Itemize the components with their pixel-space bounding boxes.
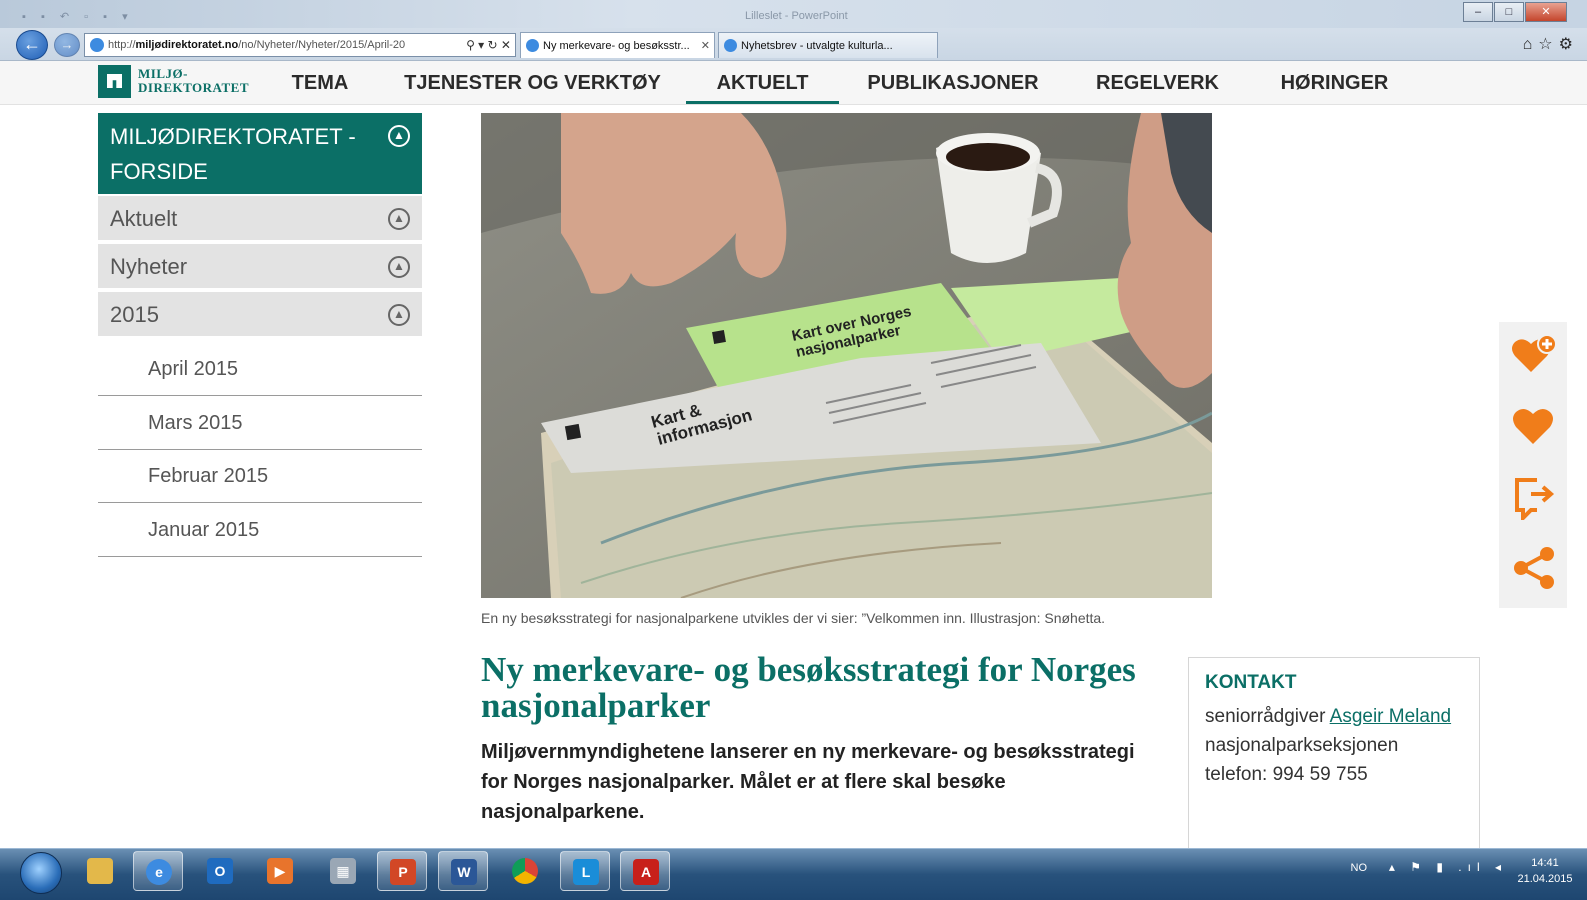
word-icon: W <box>451 859 477 885</box>
internet-explorer-icon: e <box>146 859 172 885</box>
taskbar-media-player[interactable]: ▶ <box>255 851 305 891</box>
lync-icon: L <box>573 859 599 885</box>
address-host: miljødirektoratet.no <box>135 39 239 51</box>
address-controls[interactable]: ⚲ ▾ ↻ ✕ <box>466 34 511 56</box>
contact-person: seniorrådgiver Asgeir Meland <box>1205 706 1452 727</box>
taskbar-calculator[interactable]: ▦ <box>318 851 368 891</box>
clock-time: 14:41 <box>1531 857 1559 869</box>
sidebar-item-2015[interactable]: 2015 ▲ <box>98 292 422 338</box>
favorite-icon[interactable] <box>1509 402 1557 450</box>
collapse-up-icon[interactable]: ▲ <box>388 125 410 147</box>
calculator-icon: ▦ <box>330 858 356 884</box>
sidebar-item-label: MILJØDIREKTORATET - FORSIDE <box>110 124 356 184</box>
article-headline: Ny merkevare- og besøksstrategi for Norg… <box>481 650 1136 725</box>
start-button[interactable] <box>20 852 62 894</box>
favorite-add-icon[interactable] <box>1509 332 1557 380</box>
ie-tab-icon <box>526 39 539 52</box>
tray-icons[interactable]: ▴ ⚑ ▮ .ıl ◂ <box>1389 860 1507 874</box>
export-icon[interactable] <box>1509 472 1557 523</box>
share-icon[interactable] <box>1509 544 1557 592</box>
acrobat-icon: A <box>633 859 659 885</box>
tab-label: Nyhetsbrev - utvalgte kulturla... <box>741 40 893 52</box>
action-rail <box>1499 322 1567 608</box>
tab-close-icon[interactable]: ✕ <box>701 33 710 58</box>
collapse-up-icon[interactable]: ▲ <box>388 304 410 326</box>
image-caption: En ny besøksstrategi for nasjonalparkene… <box>481 610 1106 626</box>
ie-page-icon <box>90 38 104 53</box>
taskbar-outlook[interactable]: O <box>195 851 245 891</box>
menu-regelverk[interactable]: REGELVERK <box>1085 61 1230 104</box>
taskbar-powerpoint[interactable]: P <box>377 851 427 891</box>
outlook-icon: O <box>207 858 233 884</box>
menu-tema[interactable]: TEMA <box>280 61 360 104</box>
maximize-button[interactable]: □ <box>1494 2 1524 22</box>
browser-chrome: ▪ ▪ ↶ ▫ ▪ ▾ Lilleslet - PowerPoint – □ ✕… <box>0 0 1587 61</box>
back-button[interactable]: ← <box>16 30 48 60</box>
taskbar-word[interactable]: W <box>438 851 488 891</box>
address-bar[interactable]: http://miljødirektoratet.no/no/Nyheter/N… <box>84 33 516 57</box>
sidebar-item-april-2015[interactable]: April 2015 <box>98 343 422 396</box>
article-lead: Miljøvernmyndighetene lanserer en ny mer… <box>481 741 1135 823</box>
minimize-button[interactable]: – <box>1463 2 1493 22</box>
tab-label: Ny merkevare- og besøksstr... <box>543 40 690 52</box>
hero-photo: Kart & informasjon Kart over Norges nasj… <box>481 113 1212 598</box>
contact-box: KONTAKT seniorrådgiver Asgeir Meland nas… <box>1188 657 1480 849</box>
powerpoint-icon: P <box>390 859 416 885</box>
contact-section: nasjonalparkseksjonen <box>1205 735 1399 756</box>
clock-date: 21.04.2015 <box>1517 873 1573 885</box>
contact-name-link[interactable]: Asgeir Meland <box>1330 706 1451 727</box>
contact-heading: KONTAKT <box>1205 672 1297 693</box>
window-title-bar: ▪ ▪ ↶ ▫ ▪ ▾ Lilleslet - PowerPoint – □ ✕ <box>0 0 1587 28</box>
collapse-up-icon[interactable]: ▲ <box>388 256 410 278</box>
collapse-up-icon[interactable]: ▲ <box>388 208 410 230</box>
chrome-icon <box>512 858 538 884</box>
taskbar-internet-explorer[interactable]: e <box>133 851 183 891</box>
language-indicator[interactable]: NO <box>1351 862 1368 874</box>
tab-active[interactable]: Ny merkevare- og besøksstr... ✕ <box>520 32 715 58</box>
menu-tjenester[interactable]: TJENESTER OG VERKTØY <box>395 61 670 104</box>
home-favorites-settings-icons[interactable]: ⌂☆⚙ <box>1523 34 1579 54</box>
folder-icon <box>87 858 113 884</box>
sidebar-item-label: 2015 <box>110 302 159 327</box>
sidebar-item-januar-2015[interactable]: Januar 2015 <box>98 504 422 557</box>
menu-aktuelt[interactable]: AKTUELT <box>686 61 839 104</box>
menu-publikasjoner[interactable]: PUBLIKASJONER <box>858 61 1048 104</box>
address-path: /no/Nyheter/Nyheter/2015/April-20 <box>238 39 406 51</box>
menu-horinger[interactable]: HØRINGER <box>1262 61 1407 104</box>
address-prefix: http:// <box>108 39 136 51</box>
sidebar-item-aktuelt[interactable]: Aktuelt ▲ <box>98 196 422 242</box>
contact-phone: telefon: 994 59 755 <box>1205 764 1368 785</box>
tab-inactive[interactable]: Nyhetsbrev - utvalgte kulturla... <box>718 32 938 58</box>
close-button[interactable]: ✕ <box>1525 2 1567 22</box>
sidebar-item-label: Aktuelt <box>110 206 178 231</box>
site-logo[interactable]: MILJØ- DIREKTORATET <box>98 65 250 99</box>
logo-mark-icon <box>98 65 131 98</box>
taskbar-lync[interactable]: L <box>560 851 610 891</box>
clock[interactable]: 14:41 21.04.2015 <box>1513 855 1577 887</box>
ie-tab-icon <box>724 39 737 52</box>
quick-access-toolbar[interactable]: ▪ ▪ ↶ ▫ ▪ ▾ <box>22 10 134 23</box>
sidebar-item-label: Nyheter <box>110 254 188 279</box>
taskbar-chrome[interactable] <box>500 851 550 891</box>
logo-text: MILJØ- DIREKTORATET <box>138 66 249 95</box>
sidebar-item-nyheter[interactable]: Nyheter ▲ <box>98 244 422 290</box>
sidebar-item-mars-2015[interactable]: Mars 2015 <box>98 397 422 450</box>
taskbar-acrobat[interactable]: A <box>620 851 670 891</box>
media-player-icon: ▶ <box>267 858 293 884</box>
taskbar-explorer[interactable] <box>75 851 125 891</box>
forward-button[interactable]: → <box>54 33 80 57</box>
sidebar-item-forside[interactable]: MILJØDIREKTORATET - FORSIDE ▲ <box>98 113 422 194</box>
window-title: Lilleslet - PowerPoint <box>745 10 848 22</box>
sidebar-item-februar-2015[interactable]: Februar 2015 <box>98 450 422 503</box>
